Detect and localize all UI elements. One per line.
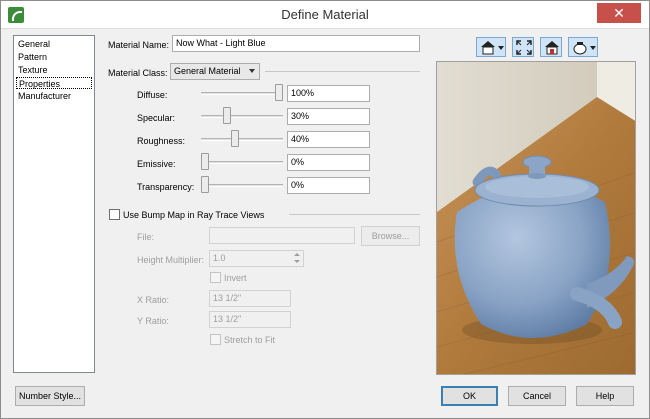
spin-up-icon bbox=[294, 253, 300, 256]
spin-down-icon bbox=[294, 260, 300, 263]
bump-map-checkbox[interactable] bbox=[109, 209, 120, 220]
emissive-input[interactable]: 0% bbox=[287, 154, 370, 171]
transparency-label: Transparency: bbox=[137, 182, 195, 192]
material-preview-icon bbox=[545, 41, 559, 55]
render-options-icon bbox=[573, 42, 596, 55]
roughness-slider-thumb[interactable] bbox=[231, 130, 239, 147]
class-separator bbox=[265, 71, 420, 72]
file-input[interactable] bbox=[209, 227, 355, 244]
ok-button[interactable]: OK bbox=[441, 386, 498, 406]
nav-item-texture[interactable]: Texture bbox=[16, 64, 92, 76]
specular-slider-track[interactable] bbox=[201, 115, 283, 118]
diffuse-slider-thumb[interactable] bbox=[275, 84, 283, 101]
fit-window-button[interactable] bbox=[512, 37, 534, 57]
roughness-label: Roughness: bbox=[137, 136, 186, 146]
roughness-slider-track[interactable] bbox=[201, 138, 283, 141]
material-class-dropdown[interactable]: General Material bbox=[170, 63, 260, 80]
y-ratio-label: Y Ratio: bbox=[137, 316, 169, 326]
cancel-button[interactable]: Cancel bbox=[508, 386, 566, 406]
height-multiplier-input[interactable]: 1.0 bbox=[209, 250, 304, 267]
house-view-icon bbox=[481, 41, 504, 55]
x-ratio-input[interactable]: 13 1/2" bbox=[209, 290, 291, 307]
help-button[interactable]: Help bbox=[576, 386, 634, 406]
y-ratio-input[interactable]: 13 1/2" bbox=[209, 311, 291, 328]
window-title: Define Material bbox=[281, 7, 369, 22]
nav-item-pattern[interactable]: Pattern bbox=[16, 51, 92, 63]
define-material-dialog: Define Material ✕ General Pattern Textur… bbox=[0, 0, 650, 419]
material-preview-pane bbox=[436, 61, 636, 375]
nav-item-properties[interactable]: Properties bbox=[16, 77, 92, 89]
specular-input[interactable]: 30% bbox=[287, 108, 370, 125]
number-style-button[interactable]: Number Style... bbox=[15, 386, 85, 406]
title-bar: Define Material ✕ bbox=[1, 1, 649, 29]
height-multiplier-spinner[interactable] bbox=[291, 250, 303, 267]
material-name-label: Material Name: bbox=[108, 40, 170, 50]
invert-checkbox[interactable] bbox=[210, 272, 221, 283]
category-list: General Pattern Texture Properties Manuf… bbox=[13, 35, 95, 373]
roughness-input[interactable]: 40% bbox=[287, 131, 370, 148]
material-class-label: Material Class: bbox=[108, 68, 168, 78]
height-multiplier-label: Height Multiplier: bbox=[137, 255, 205, 265]
specular-label: Specular: bbox=[137, 113, 176, 123]
diffuse-label: Diffuse: bbox=[137, 90, 168, 100]
specular-slider-thumb[interactable] bbox=[223, 107, 231, 124]
bump-separator bbox=[289, 214, 420, 215]
render-options-button[interactable] bbox=[568, 37, 598, 57]
teapot-preview-image bbox=[437, 62, 635, 374]
emissive-slider-track[interactable] bbox=[201, 161, 283, 164]
transparency-input[interactable]: 0% bbox=[287, 177, 370, 194]
stretch-to-fit-checkbox[interactable] bbox=[210, 334, 221, 345]
x-ratio-label: X Ratio: bbox=[137, 295, 170, 305]
emissive-slider-thumb[interactable] bbox=[201, 153, 209, 170]
nav-item-manufacturer[interactable]: Manufacturer bbox=[16, 90, 92, 102]
chevron-down-icon bbox=[249, 69, 255, 73]
fit-window-icon bbox=[516, 40, 532, 55]
diffuse-input[interactable]: 100% bbox=[287, 85, 370, 102]
material-preview-button[interactable] bbox=[540, 37, 562, 57]
invert-label: Invert bbox=[224, 273, 247, 283]
emissive-label: Emissive: bbox=[137, 159, 176, 169]
transparency-slider-track[interactable] bbox=[201, 184, 283, 187]
browse-button[interactable]: Browse... bbox=[361, 226, 420, 246]
close-button[interactable]: ✕ bbox=[597, 3, 641, 23]
material-name-input[interactable]: Now What - Light Blue bbox=[172, 35, 420, 52]
material-class-value: General Material bbox=[174, 66, 241, 76]
bump-map-label: Use Bump Map in Ray Trace Views bbox=[123, 210, 265, 220]
stretch-to-fit-label: Stretch to Fit bbox=[224, 335, 276, 345]
transparency-slider-thumb[interactable] bbox=[201, 176, 209, 193]
file-label: File: bbox=[137, 232, 155, 242]
house-view-button[interactable] bbox=[476, 37, 506, 57]
diffuse-slider-track[interactable] bbox=[201, 92, 283, 95]
nav-item-general[interactable]: General bbox=[16, 38, 92, 50]
